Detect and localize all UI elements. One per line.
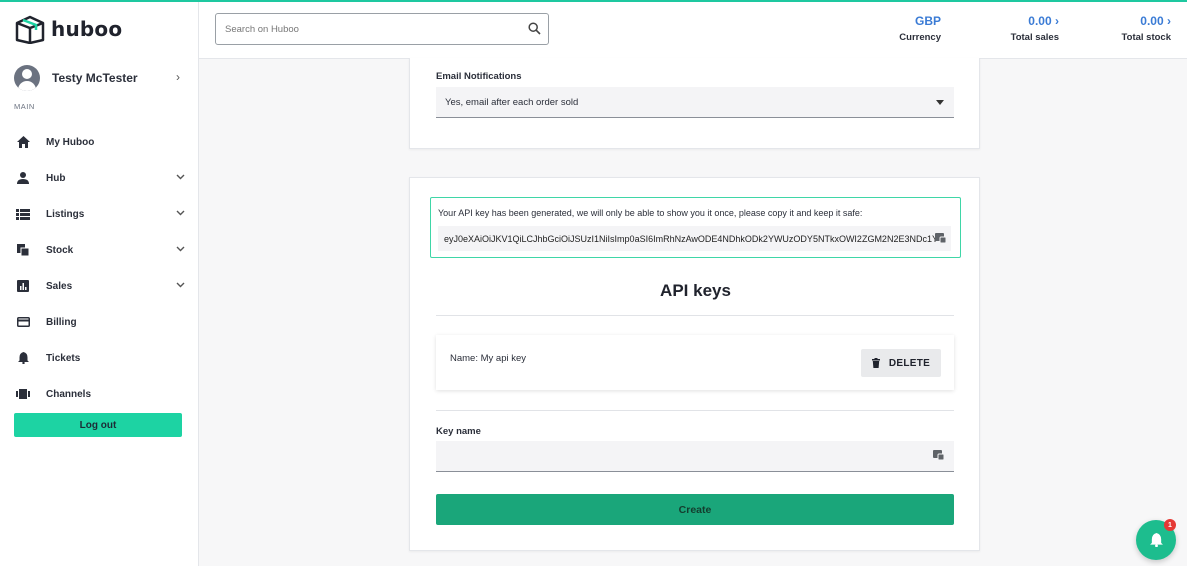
chevron-right-icon: ›: [1167, 14, 1171, 28]
divider: [436, 315, 954, 316]
bell-icon: [1149, 533, 1163, 547]
chevron-right-icon: ›: [176, 70, 180, 84]
total-sales-stat[interactable]: 0.00 › Total sales: [987, 14, 1059, 43]
logo[interactable]: huboo: [14, 14, 122, 44]
card-icon: [16, 315, 30, 329]
user-profile[interactable]: Testy McTester ›: [14, 64, 186, 92]
channels-icon: [16, 387, 30, 401]
sidebar-item-label: Channels: [46, 388, 92, 400]
home-icon: [16, 135, 30, 149]
currency-value: GBP: [914, 14, 941, 28]
sidebar-item-tickets[interactable]: Tickets: [0, 340, 199, 376]
sidebar-item-hub[interactable]: Hub: [0, 160, 199, 196]
search-icon[interactable]: [528, 22, 541, 35]
top-accent-line: [0, 0, 1187, 2]
list-icon: [16, 207, 30, 221]
generated-key-message: Your API key has been generated, we will…: [438, 208, 863, 218]
caret-down-icon: [936, 100, 944, 105]
sidebar-item-label: Stock: [46, 244, 74, 256]
section-label: MAIN: [14, 102, 35, 111]
currency-label: Currency: [899, 32, 941, 43]
divider: [436, 410, 954, 411]
sidebar-item-sales[interactable]: Sales: [0, 268, 199, 304]
chevron-down-icon: [176, 246, 185, 252]
generated-key-field[interactable]: eyJ0eXAiOiJKV1QiLCJhbGciOiJSUzI1NiIsImp0…: [438, 226, 951, 251]
sidebar-nav: My Huboo Hub Listings Stock Sales Billin…: [0, 124, 199, 412]
sidebar-item-label: Sales: [46, 280, 73, 292]
key-name-label: Key name: [436, 426, 481, 437]
total-stock-label: Total stock: [1121, 32, 1171, 43]
total-stock-stat[interactable]: 0.00 › Total stock: [1099, 14, 1171, 43]
sidebar-item-listings[interactable]: Listings: [0, 196, 199, 232]
delete-label: DELETE: [888, 357, 931, 369]
delete-button[interactable]: DELETE: [861, 349, 941, 377]
total-sales-label: Total sales: [1010, 32, 1059, 43]
copy-icon[interactable]: [935, 233, 946, 243]
sidebar-item-my-huboo[interactable]: My Huboo: [0, 124, 199, 160]
email-notifications-select[interactable]: Yes, email after each order sold: [436, 87, 954, 118]
key-name-input[interactable]: [436, 441, 916, 471]
header: GBP Currency 0.00 › Total sales 0.00 › T…: [199, 0, 1187, 59]
total-stock-value: 0.00 ›: [1140, 14, 1171, 28]
email-notifications-value: Yes, email after each order sold: [445, 96, 579, 108]
logo-text: huboo: [51, 17, 123, 41]
total-sales-value: 0.00 ›: [1028, 14, 1059, 28]
sidebar: huboo Testy McTester › MAIN My Huboo Hub…: [0, 0, 199, 566]
sidebar-item-label: My Huboo: [46, 136, 95, 148]
search-input[interactable]: [216, 14, 506, 44]
logout-button[interactable]: Log out: [14, 413, 182, 437]
user-name: Testy McTester: [52, 71, 138, 85]
chart-icon: [16, 279, 30, 293]
chevron-right-icon: ›: [1055, 14, 1059, 28]
email-notifications-label: Email Notifications: [436, 71, 522, 82]
sidebar-item-label: Billing: [46, 316, 77, 328]
bell-icon: [16, 351, 30, 365]
key-name-field: [436, 441, 954, 472]
generated-key-alert: Your API key has been generated, we will…: [430, 197, 961, 258]
sidebar-item-label: Listings: [46, 208, 85, 220]
notifications-card: Email Notifications Yes, email after eac…: [409, 58, 980, 149]
notification-count-badge: 1: [1164, 519, 1176, 531]
chevron-down-icon: [176, 282, 185, 288]
api-keys-card: Your API key has been generated, we will…: [409, 177, 980, 551]
box-logo-icon: [15, 15, 45, 44]
api-key-item: Name: My api key DELETE: [436, 335, 954, 390]
person-icon: [16, 171, 30, 185]
autofill-icon[interactable]: [933, 450, 944, 460]
stock-icon: [16, 243, 30, 257]
trash-icon: [871, 358, 880, 368]
sidebar-item-stock[interactable]: Stock: [0, 232, 199, 268]
sidebar-item-billing[interactable]: Billing: [0, 304, 199, 340]
sidebar-item-channels[interactable]: Channels: [0, 376, 199, 412]
search-box: [215, 13, 549, 45]
api-keys-title: API keys: [660, 281, 731, 300]
api-key-name: Name: My api key: [450, 353, 527, 364]
chevron-down-icon: [176, 174, 185, 180]
currency-stat[interactable]: GBP Currency: [891, 14, 941, 43]
sidebar-item-label: Tickets: [46, 352, 81, 364]
sidebar-item-label: Hub: [46, 172, 66, 184]
avatar: [14, 65, 40, 91]
create-button[interactable]: Create: [436, 494, 954, 525]
chevron-down-icon: [176, 210, 185, 216]
